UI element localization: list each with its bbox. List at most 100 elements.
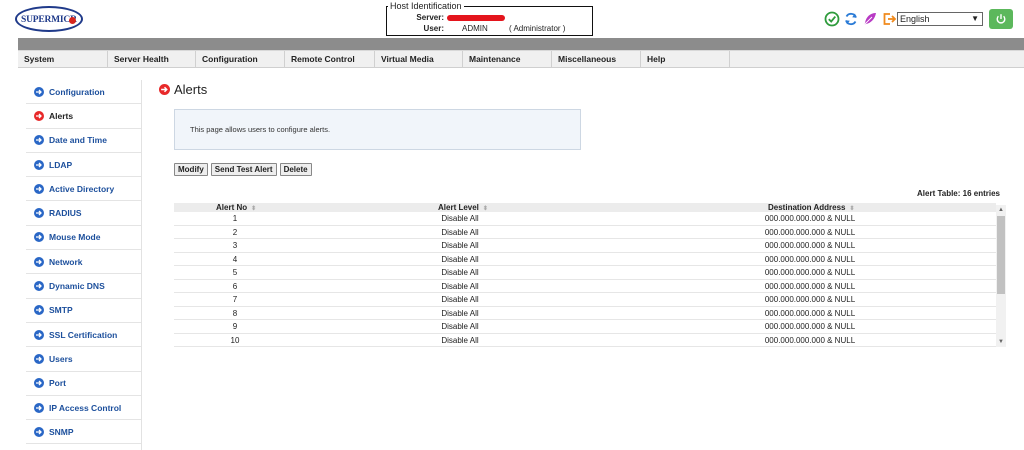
menu-help[interactable]: Help <box>641 51 730 68</box>
header-band <box>18 38 1024 50</box>
arrow-right-circle-icon <box>34 378 44 389</box>
table-row[interactable]: 4 Disable All 000.000.000.000 & NULL <box>174 253 996 266</box>
table-row[interactable]: 10 Disable All 000.000.000.000 & NULL <box>174 334 996 347</box>
user-role: ( Administrator ) <box>509 24 566 33</box>
server-row: Server: <box>387 13 592 24</box>
arrow-right-circle-icon <box>34 232 44 243</box>
page-title-text: Alerts <box>174 82 208 97</box>
sidebar-item-label: IP Access Control <box>49 402 122 413</box>
sidebar-item-smtp[interactable]: SMTP <box>26 299 141 323</box>
menu-miscellaneous[interactable]: Miscellaneous <box>552 51 641 68</box>
sidebar-item-ldap[interactable]: LDAP <box>26 153 141 178</box>
menu-maintenance[interactable]: Maintenance <box>463 51 552 68</box>
menu-system[interactable]: System <box>18 51 108 68</box>
arrow-right-circle-icon <box>34 208 44 219</box>
menu-remote-control[interactable]: Remote Control <box>285 51 375 68</box>
table-row[interactable]: 6 Disable All 000.000.000.000 & NULL <box>174 280 996 293</box>
sidebar-item-label: Active Directory <box>49 183 115 194</box>
arrow-right-circle-icon <box>34 281 44 292</box>
arrow-right-circle-icon <box>34 426 44 437</box>
power-button[interactable] <box>989 9 1013 29</box>
table-row[interactable]: 1 Disable All 000.000.000.000 & NULL <box>174 212 996 226</box>
sidebar-item-alerts[interactable]: Alerts <box>26 104 141 129</box>
user-row: User: ADMIN ( Administrator ) <box>387 24 592 35</box>
menu-configuration[interactable]: Configuration <box>196 51 285 68</box>
arrow-right-circle-icon <box>34 86 44 97</box>
action-buttons: Modify Send Test Alert Delete <box>174 163 312 176</box>
arrow-right-circle-icon <box>34 110 44 121</box>
send-test-alert-button[interactable]: Send Test Alert <box>210 163 277 176</box>
scroll-down-icon[interactable]: ▼ <box>996 337 1006 347</box>
arrow-right-circle-icon <box>34 135 44 146</box>
sidebar-item-label: Alerts <box>49 110 74 121</box>
sidebar-item-configuration[interactable]: Configuration <box>26 80 141 105</box>
power-icon <box>996 14 1006 24</box>
delete-button[interactable]: Delete <box>279 163 312 176</box>
table-body: 1 Disable All 000.000.000.000 & NULL 2 Disa… <box>174 212 996 347</box>
sidebar-divider <box>141 80 142 450</box>
sidebar-item-mouse-mode[interactable]: Mouse Mode <box>26 226 141 251</box>
sidebar-item-date-and-time[interactable]: Date and Time <box>26 129 141 153</box>
check-circle-icon[interactable] <box>824 11 840 27</box>
scroll-up-icon[interactable]: ▲ <box>996 205 1006 215</box>
language-select[interactable]: English ▼ <box>897 12 983 26</box>
sidebar-item-radius[interactable]: RADIUS <box>26 201 141 226</box>
sidebar-item-port[interactable]: Port <box>26 372 141 396</box>
scrollbar-thumb[interactable] <box>997 216 1005 294</box>
sidebar-item-label: SSL Certification <box>49 329 118 340</box>
arrow-right-circle-icon <box>34 183 44 194</box>
header-tools <box>824 10 897 28</box>
host-identification-legend: Host Identification <box>388 1 464 11</box>
table-row[interactable]: 5 Disable All 000.000.000.000 & NULL <box>174 266 996 280</box>
supermicro-logo[interactable]: SUPERMICR <box>15 6 83 32</box>
menu-server-health[interactable]: Server Health <box>108 51 196 68</box>
sidebar-item-ip-access-control[interactable]: IP Access Control <box>26 396 141 421</box>
sidebar-item-label: Dynamic DNS <box>49 281 105 292</box>
table-row[interactable]: 3 Disable All 000.000.000.000 & NULL <box>174 239 996 253</box>
arrow-right-circle-icon <box>34 305 44 316</box>
table-scrollbar[interactable]: ▲ ▼ <box>996 205 1006 347</box>
user-label: User: <box>423 24 444 33</box>
sidebar-item-label: RADIUS <box>49 208 82 219</box>
sidebar-item-label: SMTP <box>49 305 73 316</box>
logout-icon[interactable] <box>881 11 897 27</box>
table-count: Alert Table: 16 entries <box>917 189 1000 198</box>
table-row[interactable]: 9 Disable All 000.000.000.000 & NULL <box>174 320 996 334</box>
sidebar-item-network[interactable]: Network <box>26 250 141 275</box>
table-row[interactable]: 7 Disable All 000.000.000.000 & NULL <box>174 293 996 307</box>
sidebar: Configuration Alerts Date and Time LDAP … <box>26 80 141 445</box>
server-value-redacted <box>447 15 505 21</box>
sidebar-item-dynamic-dns[interactable]: Dynamic DNS <box>26 274 141 299</box>
host-identification: Host Identification Server: User: ADMIN … <box>386 1 593 36</box>
arrow-right-circle-icon <box>34 329 44 340</box>
info-box: This page allows users to configure aler… <box>174 109 581 150</box>
sidebar-item-label: Network <box>49 256 83 267</box>
server-label: Server: <box>416 13 444 22</box>
info-text: This page allows users to configure aler… <box>190 125 331 134</box>
sidebar-item-label: Users <box>49 353 73 364</box>
feather-icon[interactable] <box>862 11 878 27</box>
table-header: Alert No ⬍ Alert Level ⬍ Destination Addre… <box>174 203 996 212</box>
arrow-right-circle-icon <box>34 256 44 267</box>
sidebar-item-label: SNMP <box>49 426 74 437</box>
refresh-icon[interactable] <box>843 11 859 27</box>
sidebar-item-snmp[interactable]: SNMP <box>26 420 141 445</box>
sidebar-item-users[interactable]: Users <box>26 347 141 372</box>
sidebar-item-ssl-certification[interactable]: SSL Certification <box>26 323 141 348</box>
table-row[interactable]: 2 Disable All 000.000.000.000 & NULL <box>174 226 996 239</box>
alert-table: Alert No ⬍ Alert Level ⬍ Destination Addre… <box>174 203 1006 348</box>
main-menu: System Server Health Configuration Remot… <box>18 50 1024 68</box>
sidebar-item-label: Mouse Mode <box>49 232 101 243</box>
sidebar-item-label: Date and Time <box>49 135 107 146</box>
menu-virtual-media[interactable]: Virtual Media <box>375 51 463 68</box>
sidebar-item-label: Configuration <box>49 86 105 97</box>
language-selected: English <box>900 14 930 24</box>
modify-button[interactable]: Modify <box>174 163 208 176</box>
arrow-right-circle-icon <box>34 353 44 364</box>
header: SUPERMICR Host Identification Server: Us… <box>0 0 1024 38</box>
table-row[interactable]: 8 Disable All 000.000.000.000 & NULL <box>174 307 996 320</box>
arrow-right-circle-icon <box>34 402 44 413</box>
sidebar-item-active-directory[interactable]: Active Directory <box>26 177 141 202</box>
sidebar-item-label: LDAP <box>49 159 73 170</box>
arrow-right-circle-icon <box>159 84 170 95</box>
